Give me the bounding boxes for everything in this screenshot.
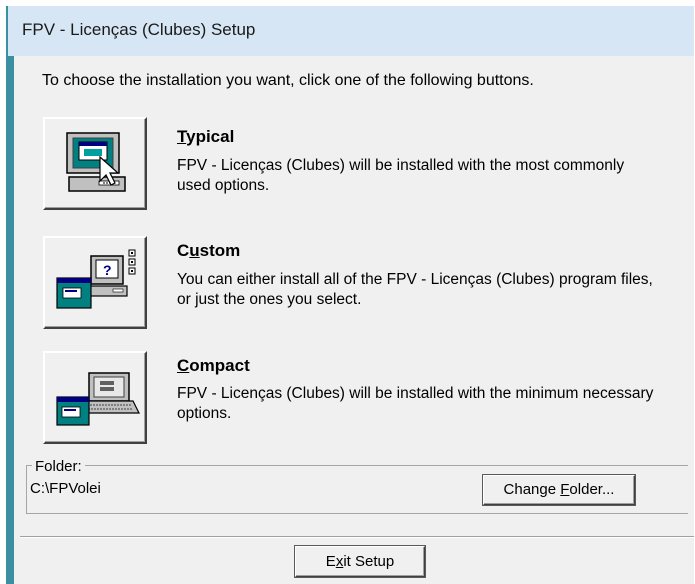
custom-title-prefix: C xyxy=(177,241,190,260)
exit-setup-button[interactable]: Exit Setup xyxy=(295,546,425,577)
compact-description: FPV - Licenças (Clubes) will be installe… xyxy=(177,385,654,422)
window-inner: FPV - Licenças (Clubes) Setup To choose … xyxy=(8,6,694,584)
compact-title: Compact xyxy=(177,356,250,376)
title-bar[interactable]: FPV - Licenças (Clubes) Setup xyxy=(8,6,694,56)
instructions-text: To choose the installation you want, cli… xyxy=(42,72,534,89)
custom-mnemonic: u xyxy=(189,241,200,260)
folder-path: C:\FPVolei xyxy=(30,480,101,497)
typical-button[interactable] xyxy=(43,117,147,210)
typical-mnemonic: T xyxy=(177,127,187,146)
compact-mnemonic: C xyxy=(177,356,190,375)
custom-title-rest: stom xyxy=(199,241,241,260)
laptop-computer-icon xyxy=(56,372,140,426)
setup-window: FPV - Licenças (Clubes) Setup To choose … xyxy=(6,6,694,584)
computer-pointer-icon xyxy=(66,132,126,192)
separator xyxy=(20,536,694,538)
compact-button[interactable] xyxy=(43,351,147,444)
exit-prefix: E xyxy=(325,553,336,570)
typical-description: FPV - Licenças (Clubes) will be installe… xyxy=(177,157,625,194)
svg-text:?: ? xyxy=(103,262,112,278)
custom-button[interactable]: ? xyxy=(43,236,147,329)
computer-question-icon: ? xyxy=(56,249,136,309)
exit-rest: it Setup xyxy=(343,553,395,570)
change-folder-prefix: Change xyxy=(503,481,561,498)
custom-description: You can either install all of the FPV - … xyxy=(177,271,653,308)
window-title: FPV - Licenças (Clubes) Setup xyxy=(22,20,256,39)
typical-title: Typical xyxy=(177,127,234,147)
change-folder-rest: older... xyxy=(569,481,615,498)
dialog-client-area: To choose the installation you want, cli… xyxy=(14,56,694,584)
compact-title-rest: ompact xyxy=(189,356,250,375)
custom-title: Custom xyxy=(177,241,240,261)
change-folder-button[interactable]: Change Folder... xyxy=(483,475,635,505)
typical-title-rest: ypical xyxy=(186,127,235,146)
folder-label: Folder: xyxy=(32,458,85,475)
